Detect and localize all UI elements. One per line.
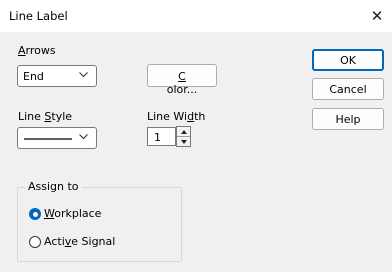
arrows-selected-value: End (23, 70, 44, 83)
cancel-button[interactable]: Cancel (312, 78, 384, 100)
color-button[interactable]: Color... (147, 64, 217, 96)
chevron-down-icon (79, 134, 88, 140)
spin-down-icon[interactable] (177, 137, 190, 147)
workplace-label[interactable]: Workplace (44, 207, 101, 220)
line-style-dropdown[interactable] (17, 127, 97, 149)
arrows-dropdown[interactable]: End (17, 65, 97, 87)
ok-button[interactable]: OK (312, 49, 384, 71)
close-icon[interactable]: ✕ (367, 6, 387, 26)
assign-to-label: Assign to (25, 180, 82, 193)
workplace-radio[interactable] (29, 208, 41, 220)
line-width-spinner[interactable] (176, 126, 191, 147)
spin-up-icon[interactable] (177, 127, 190, 137)
help-button[interactable]: Help (312, 108, 384, 130)
arrows-label: Arrows (18, 44, 56, 57)
active-signal-label[interactable]: Active Signal (44, 235, 115, 248)
line-width-input[interactable]: 1 (147, 127, 176, 146)
solid-line-preview (24, 138, 72, 140)
line-width-label: Line Width (147, 110, 206, 123)
chevron-down-icon (79, 72, 88, 78)
assign-to-group (17, 187, 182, 262)
active-signal-radio[interactable] (29, 236, 41, 248)
window-title: Line Label (9, 9, 68, 23)
line-style-label: Line Style (18, 110, 73, 123)
